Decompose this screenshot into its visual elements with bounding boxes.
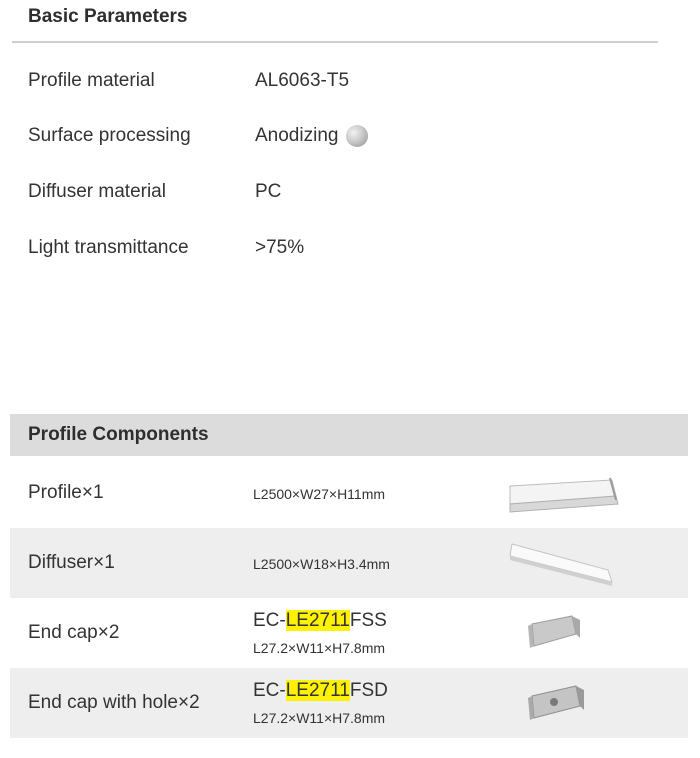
- code-highlight: LE2711: [285, 610, 350, 631]
- component-dims: L2500×W27×H11mm: [253, 486, 386, 502]
- code-suffix: FSD: [349, 680, 388, 701]
- component-label: Diffuser×1: [28, 552, 115, 573]
- component-label: End cap×2: [28, 622, 120, 643]
- color-swatch-icon: [346, 125, 369, 147]
- param-row-surface-processing: Surface processing Anodizing: [0, 125, 700, 155]
- param-row-profile-material: Profile material AL6063-T5: [0, 70, 700, 100]
- param-value: PC: [255, 181, 282, 202]
- component-row-profile: Profile×1 L2500×W27×H11mm: [10, 458, 688, 528]
- component-label: Profile×1: [28, 482, 104, 503]
- component-dims: L2500×W18×H3.4mm: [253, 556, 390, 572]
- param-row-light-transmittance: Light transmittance >75%: [0, 237, 700, 267]
- code-prefix: EC-: [253, 610, 286, 631]
- diffuser-image: [509, 543, 613, 586]
- code-highlight: LE2711: [285, 680, 350, 701]
- section-divider: [12, 41, 658, 43]
- param-label: Light transmittance: [28, 237, 189, 258]
- code-suffix: FSS: [349, 610, 387, 631]
- param-value: >75%: [255, 237, 305, 258]
- profile-components-title: Profile Components: [28, 424, 209, 445]
- component-label: End cap with hole×2: [28, 692, 200, 713]
- param-row-diffuser-material: Diffuser material PC: [0, 181, 700, 211]
- component-code: EC-LE2711FSD: [253, 680, 388, 702]
- component-code: EC-LE2711FSS: [253, 610, 387, 632]
- param-value: AL6063-T5: [255, 70, 350, 91]
- param-label: Diffuser material: [28, 181, 166, 202]
- param-value-wrap: Anodizing: [255, 125, 369, 147]
- component-row-end-cap: End cap×2 EC-LE2711FSS L27.2×W11×H7.8mm: [10, 598, 688, 668]
- param-label: Profile material: [28, 70, 155, 91]
- profile-components-header: Profile Components: [10, 414, 688, 456]
- profile-image: [509, 477, 619, 513]
- end-cap-image: [528, 615, 580, 648]
- param-label: Surface processing: [28, 125, 191, 146]
- component-row-end-cap-with-hole: End cap with hole×2 EC-LE2711FSD L27.2×W…: [10, 668, 688, 738]
- component-dims: L27.2×W11×H7.8mm: [253, 710, 386, 726]
- end-cap-with-hole-image: [528, 685, 584, 720]
- component-row-diffuser: Diffuser×1 L2500×W18×H3.4mm: [10, 528, 688, 598]
- component-dims: L27.2×W11×H7.8mm: [253, 640, 386, 656]
- param-value: Anodizing: [255, 125, 339, 146]
- code-prefix: EC-: [253, 680, 286, 701]
- basic-parameters-title: Basic Parameters: [28, 6, 188, 27]
